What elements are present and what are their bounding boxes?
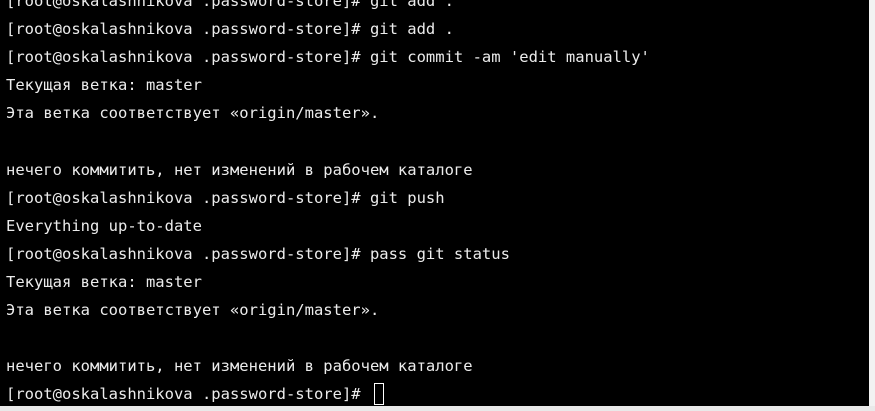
- terminal-prompt: [root@oskalashnikova .password-store]#: [6, 385, 370, 404]
- terminal-line: Эта ветка соответствует «origin/master».: [6, 104, 380, 123]
- terminal-line: Everything up-to-date: [6, 216, 202, 235]
- terminal-window[interactable]: [root@oskalashnikova .password-store]# g…: [0, 0, 869, 406]
- terminal-cursor: [373, 383, 384, 406]
- terminal-line: [root@oskalashnikova .password-store]# g…: [6, 48, 650, 67]
- terminal-line: [root@oskalashnikova .password-store]# g…: [6, 188, 445, 207]
- terminal-line: Текущая ветка: master: [6, 272, 202, 291]
- terminal-output: [root@oskalashnikova .password-store]# g…: [6, 0, 650, 406]
- window-edge-bottom: [0, 406, 875, 411]
- terminal-line: [root@oskalashnikova .password-store]# g…: [6, 20, 454, 39]
- terminal-line: нечего коммитить, нет изменений в рабоче…: [6, 357, 473, 376]
- terminal-line: [root@oskalashnikova .password-store]# g…: [6, 0, 454, 10]
- window-edge-right: [869, 0, 875, 411]
- terminal-line: Текущая ветка: master: [6, 76, 202, 95]
- terminal-line: [root@oskalashnikova .password-store]# p…: [6, 244, 510, 263]
- terminal-line: Эта ветка соответствует «origin/master».: [6, 301, 380, 320]
- terminal-prompt-line[interactable]: [root@oskalashnikova .password-store]#: [6, 380, 650, 406]
- terminal-line: нечего коммитить, нет изменений в рабоче…: [6, 160, 473, 179]
